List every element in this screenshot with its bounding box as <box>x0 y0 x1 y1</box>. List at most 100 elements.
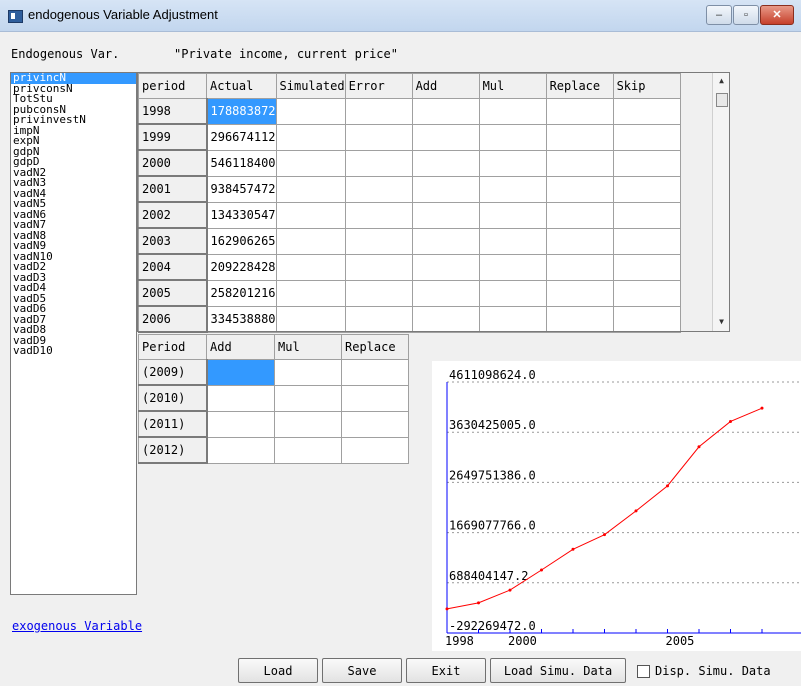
load-button[interactable]: Load <box>238 658 318 683</box>
maximize-button[interactable]: ▫ <box>733 5 759 25</box>
table-cell[interactable] <box>411 201 480 229</box>
table-cell[interactable] <box>344 253 413 281</box>
scroll-down-icon[interactable]: ▼ <box>713 317 730 326</box>
table-cell[interactable] <box>206 410 275 438</box>
close-button[interactable]: ✕ <box>760 5 794 25</box>
table-cell[interactable] <box>545 98 614 125</box>
table-cell[interactable] <box>411 98 480 125</box>
disp-simu-data-checkbox[interactable] <box>637 665 650 678</box>
table-cell[interactable] <box>411 227 480 255</box>
table-cell[interactable] <box>612 201 681 229</box>
table-cell[interactable] <box>545 201 614 229</box>
column-header: Skip <box>612 73 681 99</box>
table-cell[interactable] <box>344 305 413 333</box>
table-cell[interactable] <box>545 279 614 307</box>
table-cell[interactable] <box>478 123 547 151</box>
table-cell[interactable] <box>612 253 681 281</box>
save-button[interactable]: Save <box>322 658 402 683</box>
table-cell[interactable] <box>545 253 614 281</box>
table-cell[interactable] <box>206 359 275 386</box>
variable-list-item[interactable]: vadD10 <box>11 345 136 357</box>
table-cell[interactable] <box>344 279 413 307</box>
scroll-up-icon[interactable]: ▲ <box>713 76 730 85</box>
table-cell[interactable] <box>206 384 275 412</box>
table-cell[interactable] <box>274 410 342 438</box>
table-cell[interactable] <box>344 98 413 125</box>
table-cell[interactable] <box>478 253 547 281</box>
table-cell[interactable] <box>478 305 547 333</box>
table-cell[interactable] <box>545 227 614 255</box>
table-cell[interactable]: 334538880 <box>206 305 277 333</box>
row-header: 2000 <box>138 149 208 177</box>
table-cell[interactable] <box>411 175 480 203</box>
table-cell[interactable] <box>341 384 409 412</box>
table-cell[interactable] <box>275 227 346 255</box>
column-header: Error <box>344 73 413 99</box>
table-cell[interactable] <box>344 227 413 255</box>
table-cell[interactable]: 209228428 <box>206 253 277 281</box>
table-cell[interactable]: 296674112 <box>206 123 277 151</box>
table-cell[interactable] <box>275 253 346 281</box>
exogenous-variable-link[interactable]: exogenous Variable <box>12 619 142 633</box>
grid-scrollbar[interactable]: ▲ ▼ <box>712 73 730 331</box>
table-cell[interactable] <box>341 410 409 438</box>
table-cell[interactable] <box>612 149 681 177</box>
table-cell[interactable] <box>275 98 346 125</box>
table-cell[interactable] <box>612 123 681 151</box>
scroll-thumb[interactable] <box>716 93 728 107</box>
table-cell[interactable] <box>344 123 413 151</box>
table-cell[interactable]: 134330547 <box>206 201 277 229</box>
minimize-button[interactable]: ‒ <box>706 5 732 25</box>
table-cell[interactable] <box>411 305 480 333</box>
table-cell[interactable] <box>478 227 547 255</box>
table-cell[interactable] <box>275 305 346 333</box>
table-cell[interactable] <box>612 305 681 333</box>
table-cell[interactable] <box>344 201 413 229</box>
table-cell[interactable] <box>206 436 275 464</box>
table-cell[interactable]: 258201216 <box>206 279 277 307</box>
table-cell[interactable] <box>275 149 346 177</box>
table-cell[interactable] <box>344 149 413 177</box>
data-grid[interactable]: period Actual Simulated Error Add Mul Replace S… <box>138 73 681 333</box>
exit-button[interactable]: Exit <box>406 658 486 683</box>
row-header: (2012) <box>138 436 208 464</box>
variable-list[interactable]: privincN privconsN TotStu pubconsN privinves… <box>10 72 137 595</box>
table-cell[interactable] <box>478 149 547 177</box>
table-cell[interactable] <box>275 175 346 203</box>
load-simu-data-button[interactable]: Load Simu. Data <box>490 658 626 683</box>
data-point <box>477 601 480 605</box>
table-cell[interactable] <box>344 175 413 203</box>
table-cell[interactable] <box>274 359 342 386</box>
table-cell[interactable] <box>341 436 409 464</box>
table-row: 2005 258201216 <box>138 279 681 307</box>
table-cell[interactable] <box>612 98 681 125</box>
table-cell[interactable]: 178883872 <box>206 98 277 125</box>
table-cell[interactable] <box>411 149 480 177</box>
table-cell[interactable] <box>545 149 614 177</box>
table-cell[interactable] <box>612 175 681 203</box>
table-cell[interactable] <box>275 201 346 229</box>
table-cell[interactable] <box>274 384 342 412</box>
table-cell[interactable] <box>478 201 547 229</box>
table-cell[interactable]: 546118400 <box>206 149 277 177</box>
table-cell[interactable] <box>275 123 346 151</box>
table-cell[interactable] <box>341 359 409 386</box>
table-cell[interactable]: 938457472 <box>206 175 277 203</box>
table-cell[interactable] <box>478 279 547 307</box>
table-cell[interactable] <box>545 175 614 203</box>
table-cell[interactable] <box>545 123 614 151</box>
table-cell[interactable] <box>612 279 681 307</box>
table-cell[interactable] <box>275 279 346 307</box>
row-header: 2004 <box>138 253 208 281</box>
forecast-grid[interactable]: Period Add Mul Replace (2009) (2010) (2011) (20… <box>138 334 409 464</box>
endogenous-var-description: "Private income, current price" <box>174 47 398 61</box>
table-cell[interactable] <box>478 175 547 203</box>
table-cell[interactable] <box>545 305 614 333</box>
table-cell[interactable] <box>274 436 342 464</box>
table-cell[interactable] <box>411 123 480 151</box>
table-cell[interactable] <box>478 98 547 125</box>
table-cell[interactable] <box>411 279 480 307</box>
table-cell[interactable] <box>612 227 681 255</box>
table-cell[interactable] <box>411 253 480 281</box>
table-cell[interactable]: 162906265 <box>206 227 277 255</box>
